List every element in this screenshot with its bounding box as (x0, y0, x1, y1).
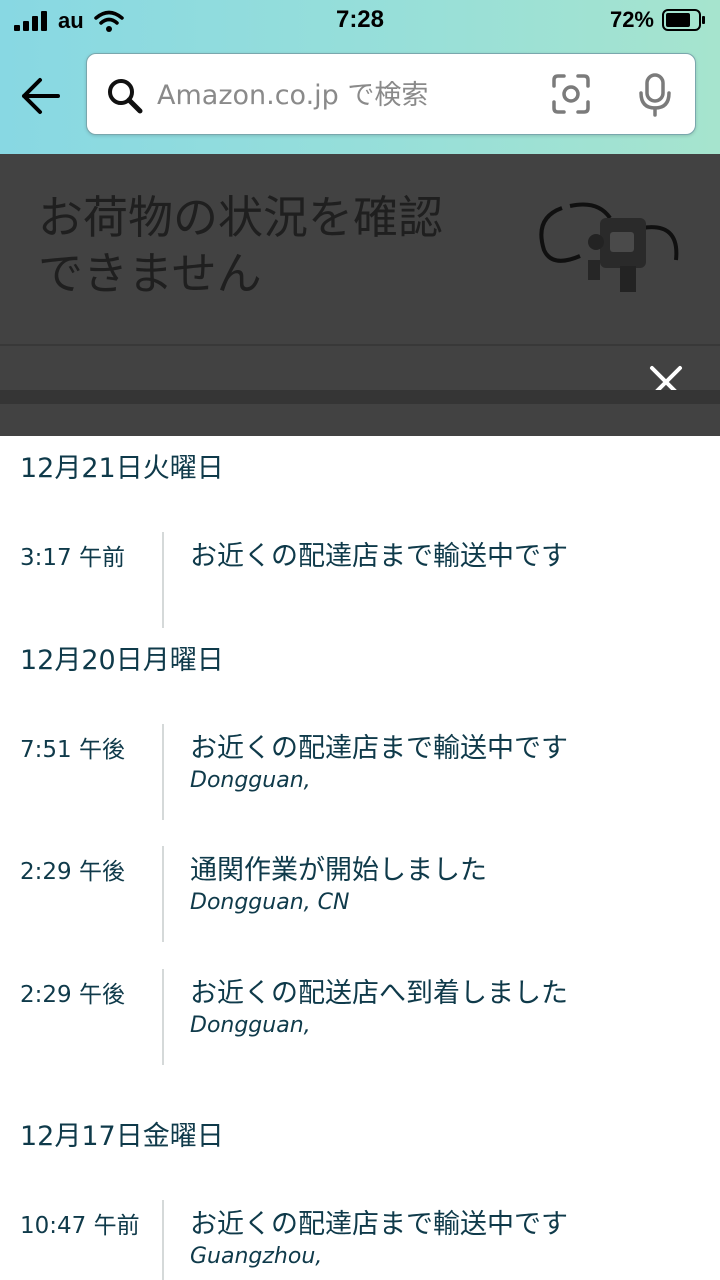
event-description: 通関作業が開始しました (190, 855, 487, 886)
event-description: お近くの配達店まで輸送中です (190, 1209, 568, 1240)
timeline-line (162, 724, 164, 820)
search-icon (108, 79, 143, 114)
modal-overlay: お荷物の状況を確認 できません (0, 154, 720, 436)
timeline-line (162, 846, 164, 942)
microphone-icon[interactable] (637, 73, 673, 117)
event-location: Dongguan, CN (190, 890, 350, 915)
date-header: 12月17日金曜日 (20, 1121, 224, 1152)
back-button[interactable] (18, 74, 68, 120)
back-arrow-icon (22, 78, 60, 114)
banner-title-line1: お荷物の状況を確認 (38, 191, 444, 244)
event-time: 3:17 午前 (20, 545, 125, 571)
event-time: 2:29 午後 (20, 982, 125, 1008)
date-header: 12月21日火曜日 (20, 453, 224, 484)
event-description: お近くの配達店まで輸送中です (190, 733, 568, 764)
battery-percent: 72% (609, 7, 654, 32)
event-location: Dongguan, (190, 1013, 311, 1038)
banner-title-line2: できません (38, 247, 262, 300)
camera-scan-icon[interactable] (552, 74, 590, 114)
search-bar[interactable] (86, 53, 696, 135)
event-location: Guangzhou, (190, 1244, 323, 1269)
overlay-band (0, 390, 720, 404)
search-input[interactable] (157, 70, 537, 120)
date-header: 12月20日月曜日 (20, 645, 224, 676)
status-right: 72% (610, 7, 706, 33)
timeline-line (162, 969, 164, 1065)
event-location: Dongguan, (190, 768, 311, 793)
overlay-divider (0, 344, 720, 346)
event-description: お近くの配達店まで輸送中です (190, 541, 568, 572)
product-image (539, 202, 679, 292)
header: au 7:28 72% (0, 0, 720, 154)
event-description: お近くの配送店へ到着しました (190, 978, 568, 1009)
status-bar: au 7:28 72% (0, 0, 720, 40)
event-time: 10:47 午前 (20, 1213, 140, 1239)
event-time: 2:29 午後 (20, 859, 125, 885)
timeline-line (162, 1200, 164, 1280)
banner-title: お荷物の状況を確認 できません (38, 190, 508, 302)
event-time: 7:51 午後 (20, 737, 125, 763)
battery-icon (662, 9, 705, 31)
timeline-line (162, 532, 164, 628)
